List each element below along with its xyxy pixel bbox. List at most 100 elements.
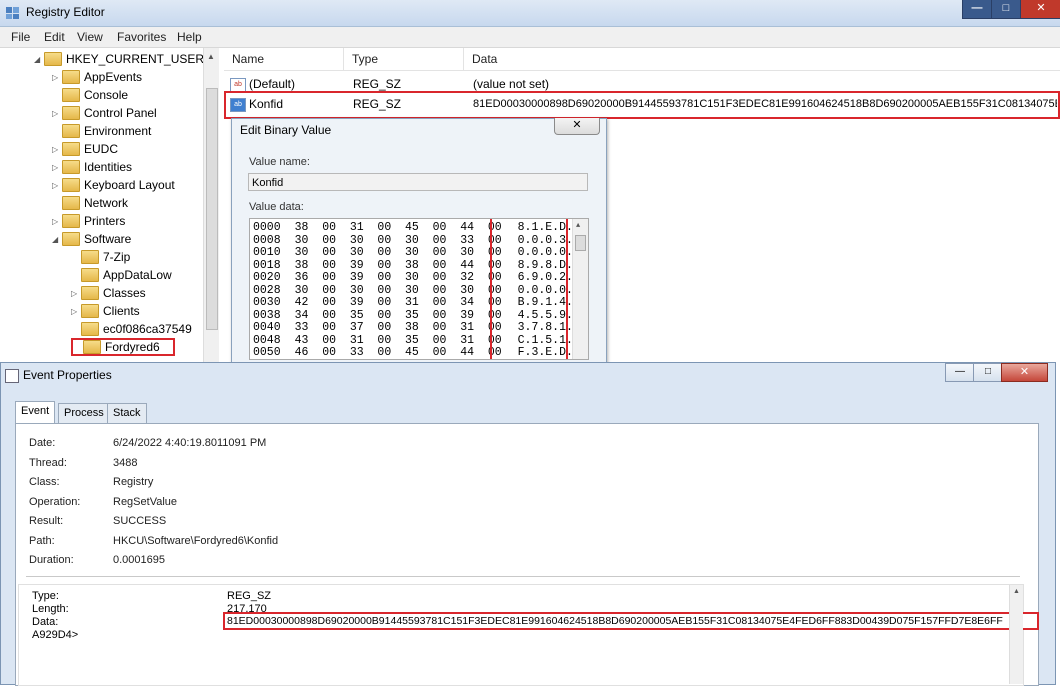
tree-item-label: Software (84, 232, 132, 246)
hex-bytes: 46 00 33 00 45 00 44 00 (294, 346, 502, 359)
menu-view[interactable]: View (77, 30, 103, 44)
tree-item-label: 7-Zip (103, 250, 131, 264)
tree-item-label: AppDataLow (103, 268, 172, 282)
tree-item-printers[interactable]: ▷ Printers (52, 212, 125, 230)
detail-type-label: Type: (32, 590, 59, 602)
dialog-title: Edit Binary Value (240, 123, 332, 137)
field-value-duration: 0.0001695 (113, 554, 165, 566)
hex-bytes: 34 00 35 00 35 00 39 00 (294, 308, 502, 322)
close-button[interactable]: ✕ (1001, 363, 1048, 382)
expand-icon[interactable]: ▷ (52, 141, 62, 159)
folder-icon (62, 69, 80, 84)
field-label-thread: Thread: (29, 457, 67, 469)
string-value-icon: ab (230, 97, 246, 112)
tree-item-identities[interactable]: ▷ Identities (52, 158, 132, 176)
value-type: REG_SZ (353, 97, 402, 111)
tree-item-label: AppEvents (84, 70, 143, 84)
tree-item-appevents[interactable]: ▷ AppEvents (52, 68, 142, 86)
tree-item-label: EUDC (84, 142, 119, 156)
value-name-field[interactable]: Konfid (248, 173, 588, 191)
tree-item-label: Network (84, 196, 129, 210)
expand-icon[interactable]: ▷ (52, 177, 62, 195)
expand-icon[interactable]: ▷ (52, 159, 62, 177)
hex-offset: 0048 (253, 333, 281, 347)
tree-item-hkcu[interactable]: ◢ HKEY_CURRENT_USER (34, 50, 204, 68)
field-value-date: 6/24/2022 4:40:19.8011091 PM (113, 437, 267, 449)
field-value-thread: 3488 (113, 457, 138, 469)
hex-bytes: 43 00 31 00 35 00 31 00 (294, 333, 502, 347)
value-name: Konfid (249, 97, 284, 111)
scroll-thumb[interactable] (206, 88, 218, 330)
scroll-up-icon[interactable]: ▲ (207, 52, 215, 61)
column-header-name[interactable]: Name (224, 48, 344, 70)
folder-icon (62, 123, 80, 138)
expand-icon[interactable]: ▷ (52, 213, 62, 231)
collapse-icon[interactable]: ◢ (34, 51, 44, 69)
tab-event[interactable]: Event (15, 401, 56, 423)
hex-offset: 0000 (253, 221, 281, 234)
detail-textbox[interactable]: Type: REG_SZ Length: 217,170 Data: 81ED0… (18, 584, 1039, 686)
tree-item-network[interactable]: Network (52, 194, 128, 212)
registry-window-title: Registry Editor (26, 5, 105, 19)
tree-item-label: ec0f086ca37549 (103, 322, 192, 336)
minimize-button[interactable]: — (945, 363, 975, 382)
maximize-button[interactable]: □ (973, 363, 1003, 382)
menu-edit[interactable]: Edit (44, 30, 65, 44)
close-button[interactable]: ✕ (1020, 0, 1060, 19)
value-row-konfid-name: ab Konfid (230, 95, 283, 113)
tree-item-software[interactable]: ◢ Software (52, 230, 131, 248)
tree-item-label: Console (84, 88, 129, 102)
tree-item-environment[interactable]: Environment (52, 122, 151, 140)
tree-item-control-panel[interactable]: ▷ Control Panel (52, 104, 157, 122)
expand-icon[interactable]: ▷ (52, 69, 62, 87)
menu-file[interactable]: File (11, 30, 30, 44)
column-header-data[interactable]: Data (464, 48, 1060, 70)
menu-favorites[interactable]: Favorites (117, 30, 166, 44)
tree-item-appdatalow[interactable]: AppDataLow (71, 266, 172, 284)
scroll-up-icon[interactable]: ▲ (576, 222, 580, 230)
tab-process[interactable]: Process (58, 403, 110, 423)
expand-icon[interactable]: ▷ (52, 105, 62, 123)
menu-help[interactable]: Help (177, 30, 202, 44)
tree-item-7zip[interactable]: 7-Zip (71, 248, 130, 266)
hex-bytes: 38 00 39 00 38 00 44 00 (294, 258, 502, 272)
tree-item-keyboard-layout[interactable]: ▷ Keyboard Layout (52, 176, 175, 194)
tree-item-fordyred6[interactable]: Fordyred6 (71, 338, 175, 356)
hex-offset: 0028 (253, 283, 281, 297)
hex-bytes: 42 00 39 00 31 00 34 00 (294, 296, 502, 309)
tree-item-eudc[interactable]: ▷ EUDC (52, 140, 118, 158)
expand-icon[interactable]: ▷ (71, 303, 81, 321)
hex-bytes: 33 00 37 00 38 00 31 00 (294, 321, 502, 334)
tree-item-clients[interactable]: ▷ Clients (71, 302, 140, 320)
value-name-label: Value name: (249, 156, 310, 168)
minimize-button[interactable]: — (962, 0, 992, 19)
column-header-type[interactable]: Type (344, 48, 464, 70)
tree-item-classes[interactable]: ▷ Classes (71, 284, 146, 302)
field-value-result: SUCCESS (113, 515, 167, 527)
value-data: 81ED00030000898D69020000B91445593781C151… (473, 98, 1057, 110)
detail-data-label: Data: (32, 616, 59, 628)
value-data-editor[interactable]: 0000 38 00 31 00 45 00 44 00 8.1.E.D. 0008 3… (249, 218, 589, 360)
tree-item-label: Fordyred6 (105, 340, 160, 354)
tree-item-label: HKEY_CURRENT_USER (66, 52, 205, 66)
tree-item-label: Printers (84, 214, 126, 228)
field-label-operation: Operation: (29, 496, 81, 508)
tree-scrollbar[interactable]: ▲ (203, 48, 219, 363)
scroll-up-icon[interactable]: ▲ (1013, 588, 1020, 595)
folder-icon (62, 87, 80, 102)
tree-item-label: Control Panel (84, 106, 157, 120)
detail-scrollbar[interactable]: ▲ (1009, 585, 1023, 684)
dialog-close-button[interactable]: ✕ (554, 118, 600, 135)
maximize-button[interactable]: □ (991, 0, 1021, 19)
tree-item-ec0f086ca37549[interactable]: ec0f086ca37549 (71, 320, 192, 338)
field-label-duration: Duration: (29, 554, 74, 566)
tree-item-console[interactable]: Console (52, 86, 128, 104)
detail-length-label: Length: (32, 603, 69, 615)
expand-icon[interactable]: ▷ (71, 285, 81, 303)
hex-scrollbar[interactable]: ▲ (572, 219, 588, 359)
scroll-thumb[interactable] (575, 235, 586, 251)
event-properties-window: Event Properties — □ ✕ Event Process Sta… (0, 362, 1056, 686)
collapse-icon[interactable]: ◢ (52, 231, 62, 249)
tab-stack[interactable]: Stack (107, 403, 147, 423)
folder-icon (81, 321, 99, 336)
